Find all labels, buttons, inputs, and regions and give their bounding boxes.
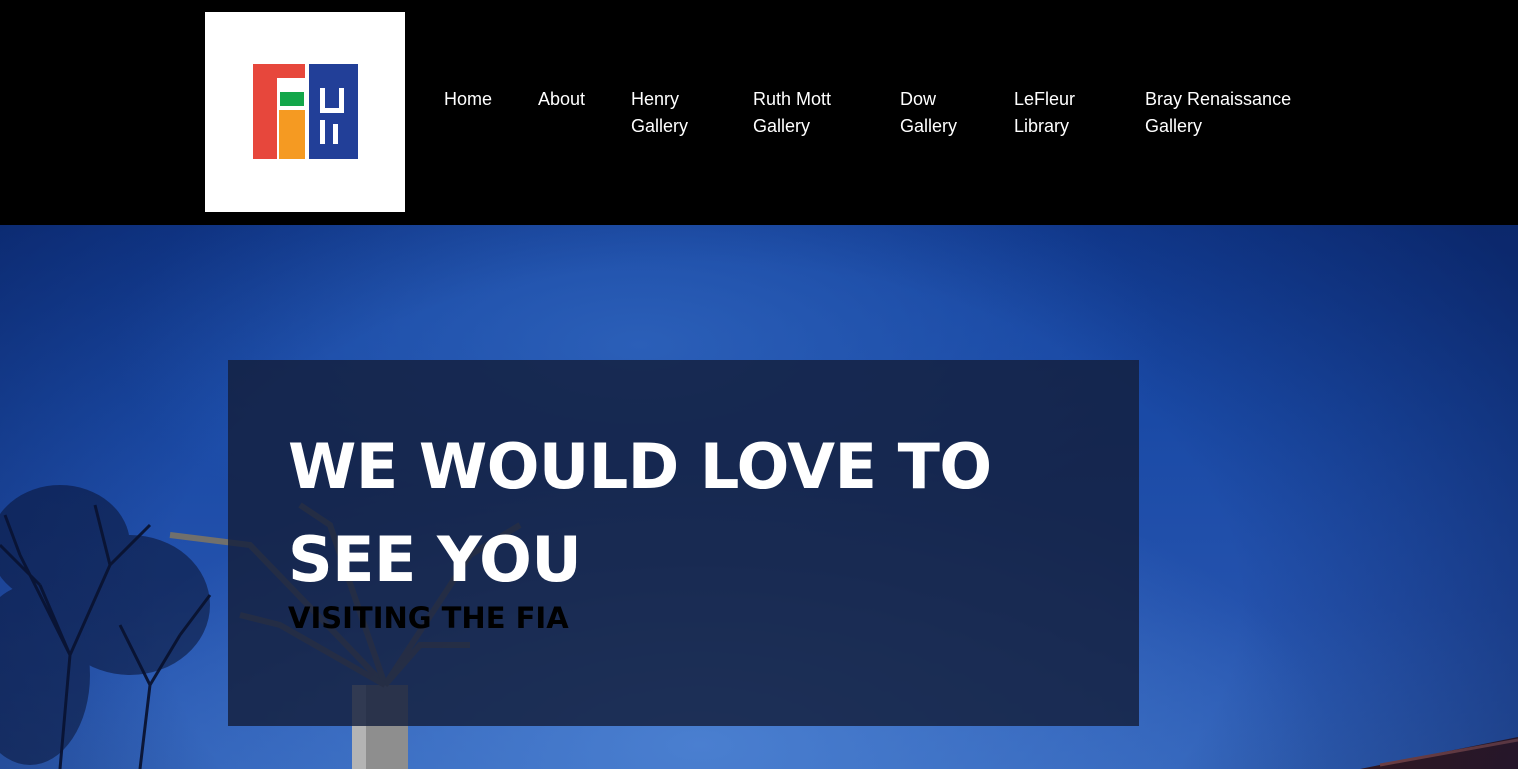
nav-item-bray-renaissance-gallery[interactable]: Bray Renaissance Gallery [1145, 86, 1291, 140]
nav-item-ruth-mott-gallery[interactable]: Ruth Mott Gallery [753, 86, 831, 140]
hero-subtitle: VISITING THE FIA [288, 601, 569, 635]
hero-title: WE WOULD LOVE TO SEE YOU [288, 430, 992, 596]
nav-item-dow-gallery[interactable]: Dow Gallery [900, 86, 957, 140]
nav-item-about[interactable]: About [538, 86, 585, 113]
nav-item-henry-gallery[interactable]: Henry Gallery [631, 86, 688, 140]
page: Home About Henry Gallery Ruth Mott Galle… [0, 0, 1518, 769]
site-logo-link[interactable] [205, 12, 405, 212]
hero-banner: WE WOULD LOVE TO SEE YOU VISITING THE FI… [0, 225, 1518, 769]
site-header: Home About Henry Gallery Ruth Mott Galle… [0, 0, 1518, 225]
fia-logo-icon [253, 64, 358, 159]
nav-item-lefleur-library[interactable]: LeFleur Library [1014, 86, 1075, 140]
hero-text-card: WE WOULD LOVE TO SEE YOU VISITING THE FI… [228, 360, 1139, 726]
nav-item-home[interactable]: Home [444, 86, 492, 113]
